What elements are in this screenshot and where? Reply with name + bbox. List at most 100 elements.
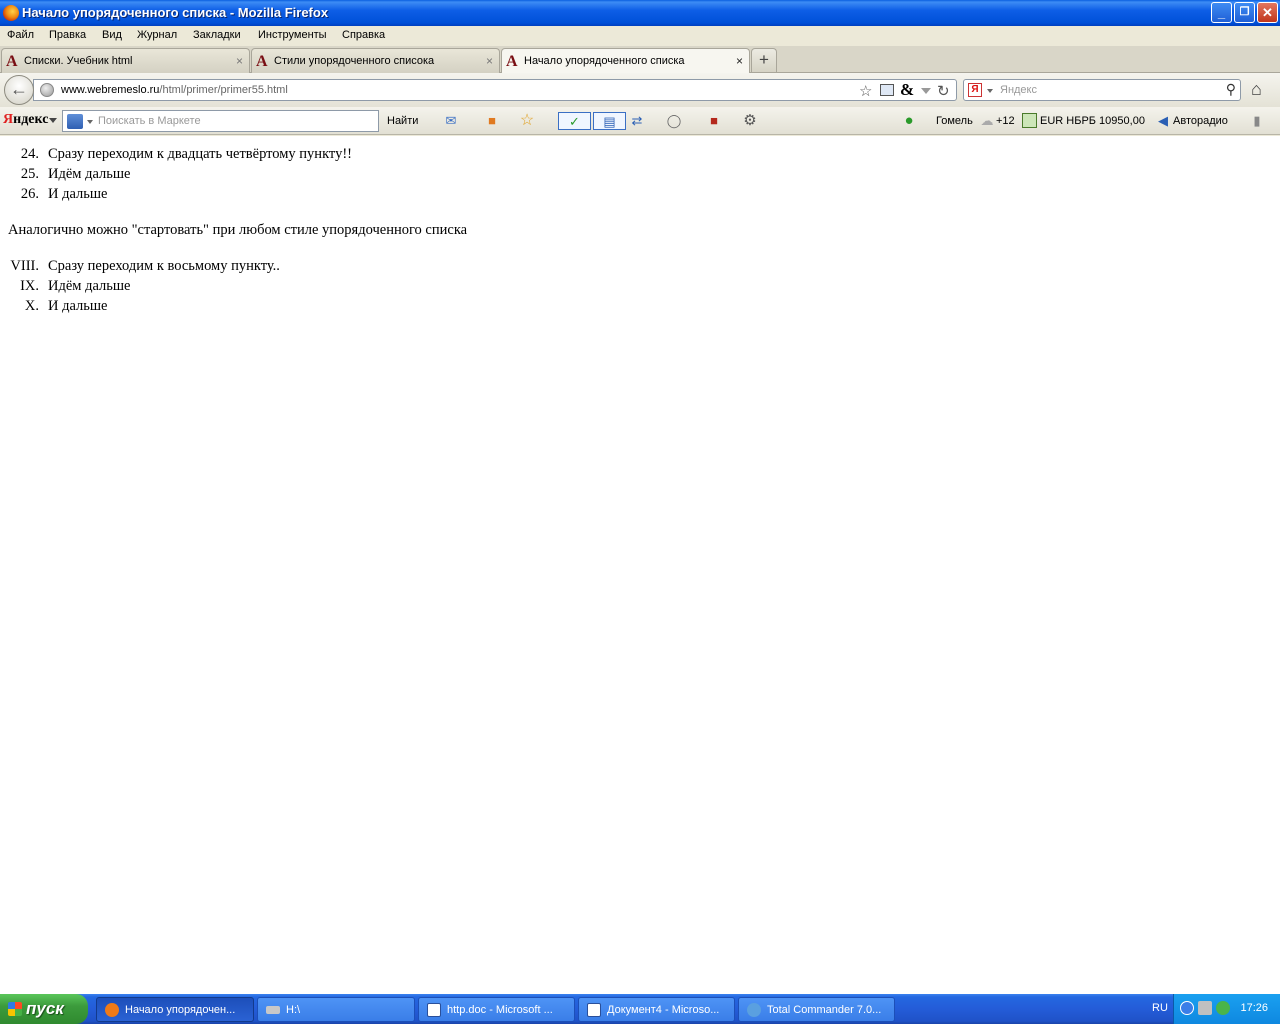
clock[interactable]: 17:26 xyxy=(1240,1002,1268,1014)
window-title: Начало упорядоченного списка - Mozilla F… xyxy=(22,5,329,20)
taskbar-item-label: http.doc - Microsoft ... xyxy=(447,1004,553,1016)
word-document-icon xyxy=(587,1003,601,1017)
taskbar-item-word-http[interactable]: http.doc - Microsoft ... xyxy=(418,997,575,1022)
chevron-down-icon[interactable] xyxy=(87,120,93,124)
reload-icon[interactable]: ↻ xyxy=(937,82,950,100)
favorites-star-icon[interactable]: ☆ xyxy=(518,112,536,130)
menu-view[interactable]: Вид xyxy=(102,29,122,41)
menu-help[interactable]: Справка xyxy=(342,29,385,41)
market-search-placeholder: Поискать в Маркете xyxy=(98,115,201,127)
menu-history[interactable]: Журнал xyxy=(137,29,177,41)
new-tab-button[interactable]: + xyxy=(751,48,777,72)
start-button[interactable]: пуск xyxy=(0,994,88,1024)
translate-icon[interactable]: ⇄ xyxy=(628,112,646,130)
back-button[interactable]: ← xyxy=(4,75,34,105)
minimize-button[interactable]: _ xyxy=(1211,2,1232,23)
search-bar[interactable]: Я Яндекс ⚲ xyxy=(963,79,1241,101)
tab-close-icon[interactable]: × xyxy=(736,54,743,68)
search-icon[interactable]: ⚲ xyxy=(1226,81,1236,98)
tab-label: Списки. Учебник html xyxy=(24,55,133,67)
mail-icon[interactable]: ✉ xyxy=(442,112,460,130)
chevron-down-icon[interactable] xyxy=(921,88,931,94)
chevron-down-icon[interactable] xyxy=(49,118,57,123)
site-favicon-icon: A xyxy=(256,53,268,70)
menu-bookmarks[interactable]: Закладки xyxy=(193,29,241,41)
window-title-bar[interactable]: Начало упорядоченного списка - Mozilla F… xyxy=(0,0,1280,26)
ampersand-icon[interactable]: & xyxy=(900,80,914,100)
gear-icon[interactable]: ⚙ xyxy=(741,112,759,130)
taskbar-item-word-doc4[interactable]: Документ4 - Microso... xyxy=(578,997,735,1022)
list-item-text: Идём дальше xyxy=(48,166,131,182)
widget-icon[interactable]: ■ xyxy=(705,112,723,130)
list-item: X. И дальше xyxy=(0,298,600,318)
list-item-number: VIII. xyxy=(10,258,39,274)
list-item: 24. Сразу переходим к двадцать четвёртом… xyxy=(0,146,600,166)
list-item-text: Идём дальше xyxy=(48,278,131,294)
tab-close-icon[interactable]: × xyxy=(486,54,493,68)
yandex-engine-icon[interactable]: Я xyxy=(968,83,982,97)
url-text[interactable]: www.webremeslo.ru/html/primer/primer55.h… xyxy=(61,84,288,96)
taskbar-item-label: Total Commander 7.0... xyxy=(767,1004,882,1016)
market-search-input[interactable]: Поискать в Маркете xyxy=(62,110,379,132)
speaker-icon[interactable]: ◀ xyxy=(1154,112,1172,130)
taskbar: пуск Начало упорядочен... H:\ http.doc -… xyxy=(0,994,1280,1024)
search-placeholder: Яндекс xyxy=(1000,84,1037,96)
antivirus-icon[interactable] xyxy=(1216,1001,1230,1015)
list-item: VIII. Сразу переходим к восьмому пункту.… xyxy=(0,258,600,278)
bookmarks-icon[interactable]: ■ xyxy=(483,112,501,130)
radio-station[interactable]: Авторадио xyxy=(1173,115,1228,127)
maximize-button[interactable]: ❐ xyxy=(1234,2,1255,23)
list-item-number: X. xyxy=(24,298,39,314)
signal-bars-icon: ▮ xyxy=(1253,113,1261,128)
comment-icon[interactable]: ◯ xyxy=(665,112,683,130)
list-item-text: Сразу переходим к восьмому пункту.. xyxy=(48,258,280,274)
language-indicator[interactable]: RU xyxy=(1152,1002,1168,1014)
dictionary-icon[interactable]: ▤ xyxy=(593,112,626,130)
find-button[interactable]: Найти xyxy=(387,115,418,127)
system-tray: 17:26 xyxy=(1173,994,1280,1024)
tab-label: Начало упорядоченного списка xyxy=(524,55,685,67)
menu-bar: Файл Правка Вид Журнал Закладки Инструме… xyxy=(0,26,1280,46)
key-icon[interactable]: ● xyxy=(900,112,918,130)
bookmark-star-icon[interactable]: ☆ xyxy=(859,82,872,100)
tab-ordered-list-start[interactable]: A Начало упорядоченного списка × xyxy=(501,48,750,74)
spellcheck-icon[interactable]: ✓ xyxy=(558,112,591,130)
close-window-button[interactable]: ✕ xyxy=(1257,2,1278,23)
menu-edit[interactable]: Правка xyxy=(49,29,86,41)
tab-label: Стили упорядоченного списока xyxy=(274,55,435,67)
start-label: пуск xyxy=(26,999,64,1018)
taskbar-item-label: Документ4 - Microso... xyxy=(607,1004,720,1016)
total-commander-icon xyxy=(747,1003,761,1017)
tab-close-icon[interactable]: × xyxy=(236,54,243,68)
firefox-logo-icon xyxy=(3,5,19,21)
drive-icon xyxy=(266,1006,280,1014)
list-item-number: 24. xyxy=(20,146,39,162)
menu-file[interactable]: Файл xyxy=(7,29,34,41)
list-item: 25. Идём дальше xyxy=(0,166,600,186)
tray-expand-icon[interactable] xyxy=(1180,1001,1194,1015)
taskbar-item-label: H:\ xyxy=(286,1004,301,1016)
list-item-number: IX. xyxy=(20,278,39,294)
chevron-down-icon[interactable] xyxy=(987,89,993,93)
paragraph: Аналогично можно "стартовать" при любом … xyxy=(8,222,468,238)
home-icon[interactable]: ⌂ xyxy=(1251,79,1262,100)
market-icon[interactable] xyxy=(67,114,83,129)
taskbar-item-drive[interactable]: H:\ xyxy=(257,997,415,1022)
tab-bar: A Списки. Учебник html × A Стили упорядо… xyxy=(0,46,1280,74)
word-document-icon xyxy=(427,1003,441,1017)
menu-tools[interactable]: Инструменты xyxy=(258,29,327,41)
windows-logo-icon xyxy=(8,1002,22,1016)
site-identity-icon[interactable] xyxy=(40,83,54,97)
site-favicon-icon: A xyxy=(6,53,18,70)
taskbar-item-total-commander[interactable]: Total Commander 7.0... xyxy=(738,997,895,1022)
tab-list-styles[interactable]: A Стили упорядоченного списока × xyxy=(251,48,500,73)
currency-rate[interactable]: EUR НБРБ 10950,00 xyxy=(1040,115,1145,127)
yandex-logo[interactable]: Яндекс xyxy=(3,112,48,128)
weather-city[interactable]: Гомель xyxy=(936,115,973,127)
network-icon[interactable] xyxy=(1198,1001,1212,1015)
weather-temperature[interactable]: +12 xyxy=(996,115,1015,127)
url-bar[interactable]: www.webremeslo.ru/html/primer/primer55.h… xyxy=(33,79,957,101)
taskbar-item-firefox[interactable]: Начало упорядочен... xyxy=(96,997,254,1022)
translate-icon[interactable] xyxy=(880,84,894,96)
tab-lists-tutorial[interactable]: A Списки. Учебник html × xyxy=(1,48,250,73)
